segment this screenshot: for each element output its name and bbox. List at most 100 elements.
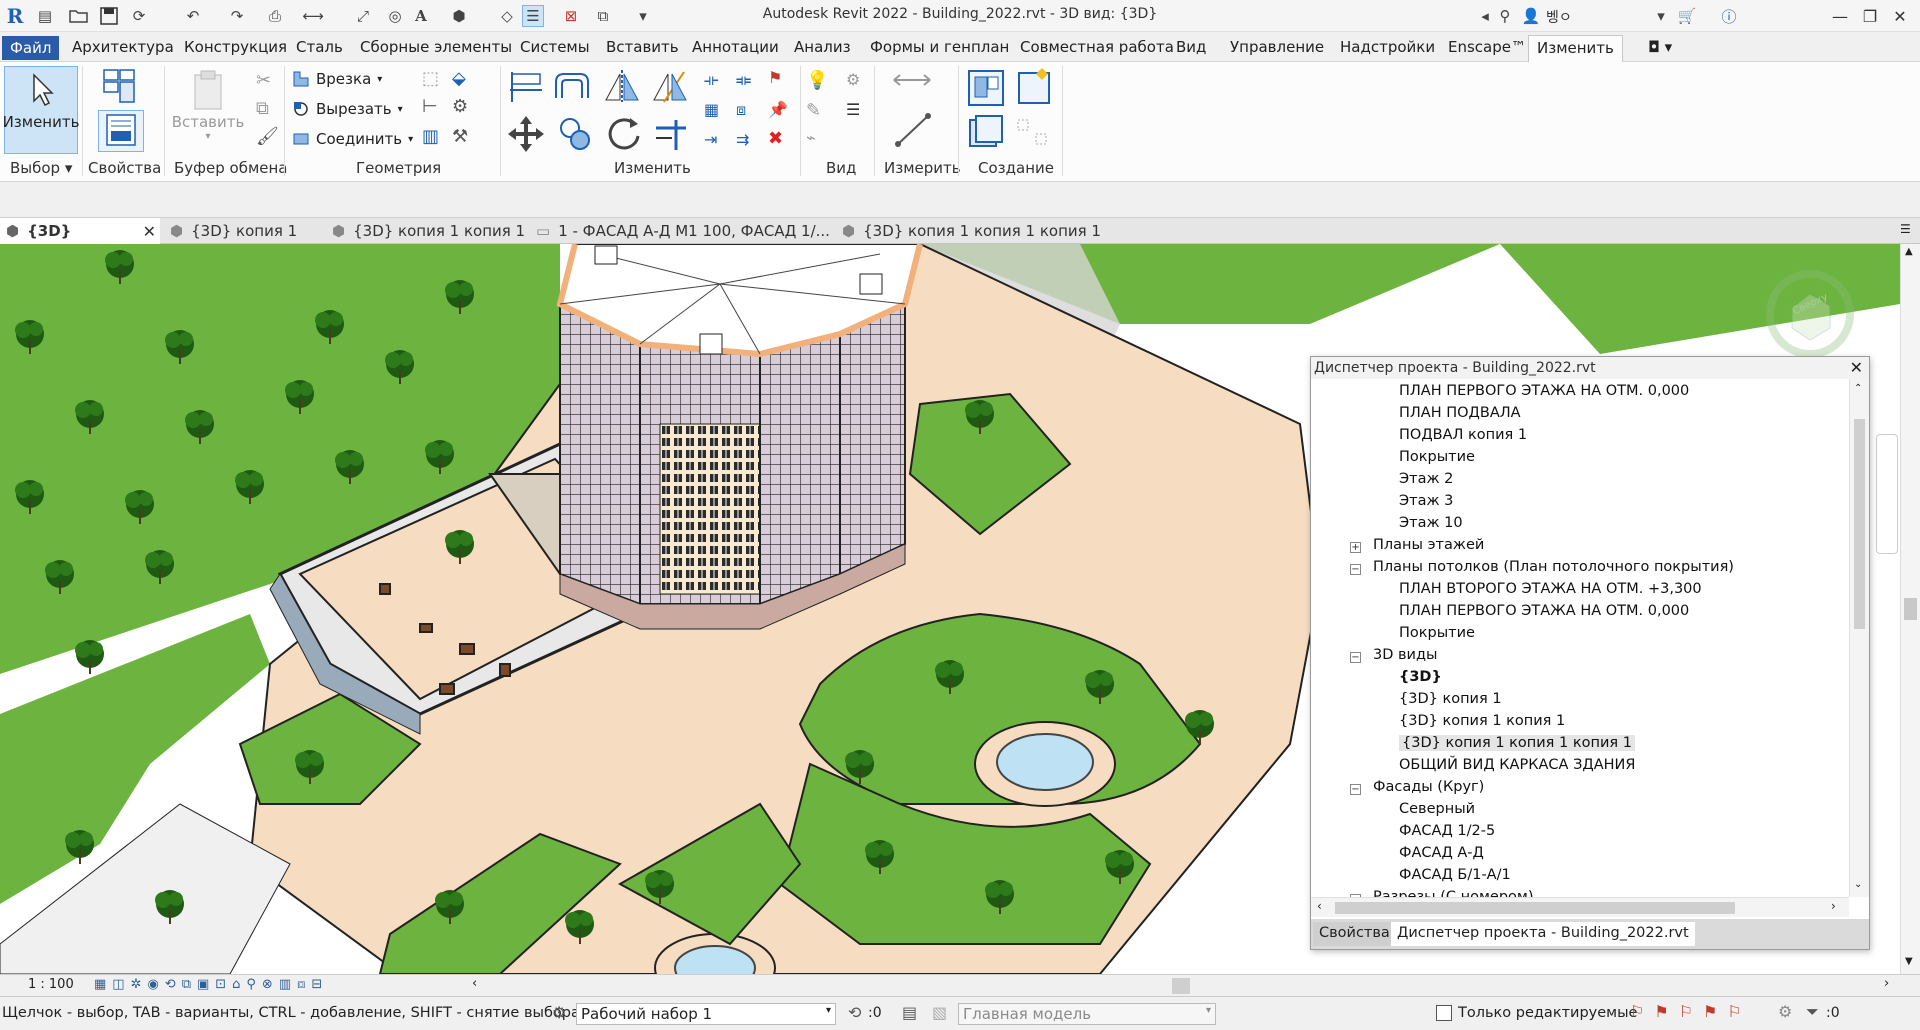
browser-tree-item[interactable]: 3D виды [1373,647,1437,663]
browser-tree-item[interactable]: {3D} копия 1 копия 1 [1399,713,1565,729]
browser-tree-item[interactable]: ПЛАН ПЕРВОГО ЭТАЖА НА ОТМ. 0,000 [1399,603,1689,619]
scroll-up-icon[interactable]: ⌃ [1854,383,1862,394]
modify-button[interactable]: Изменить [3,66,79,154]
browser-tree-item[interactable]: Планы потолков (План потолочного покрыти… [1373,559,1734,575]
demolish-icon[interactable]: ⚙ [452,96,468,117]
create-group-icon[interactable] [966,112,1006,156]
expand-icon[interactable]: + [1350,542,1361,553]
scroll-thumb[interactable] [1854,419,1865,629]
browser-tree-item[interactable]: Северный [1399,801,1475,817]
scroll-thumb[interactable] [1904,598,1917,620]
design-options-icon[interactable]: ▤ [902,1003,917,1022]
linework-icon[interactable]: ⌁ [806,128,816,147]
tab-properties[interactable]: Свойства [1313,922,1396,946]
browser-tree-item[interactable]: Этаж 2 [1399,471,1453,487]
binoculars-icon[interactable]: ⚲ [1494,5,1516,27]
browser-tree-item[interactable]: Фасады (Круг) [1373,779,1484,795]
delete-icon[interactable]: ✖ [768,128,783,149]
mirror-axis-icon[interactable] [602,68,642,108]
browser-tree-item[interactable]: {3D} [1399,669,1442,685]
browser-tree-item[interactable]: {3D} копия 1 [1399,691,1502,707]
split-icon[interactable]: ⟛ [704,70,719,90]
workset-select[interactable]: Рабочий набор 1 ▾ [576,1003,836,1025]
horizontal-scroll-thumb[interactable] [1172,978,1190,994]
create-similar-icon[interactable] [1014,116,1054,156]
collapse-icon[interactable]: − [1350,784,1361,795]
tab-addins[interactable]: Надстройки [1332,35,1443,59]
paste-button[interactable]: Вставить ▾ [172,66,244,154]
browser-tree-item[interactable]: ФАСАД Б/1-А/1 [1399,867,1511,883]
tab-menu-icon[interactable]: ☰ [1900,222,1911,236]
editable-only-checkbox[interactable] [1436,1005,1452,1021]
type-properties-icon[interactable] [98,68,138,110]
browser-tree-item[interactable]: ПЛАН ПОДВАЛА [1399,405,1521,421]
close-icon[interactable]: ✕ [1882,3,1918,29]
scroll-right-icon[interactable]: › [1831,899,1836,913]
create-assembly-icon[interactable] [966,68,1006,112]
copy-icon[interactable]: ⧉ [256,98,269,119]
design-option-select[interactable]: Главная модель ▾ [958,1003,1216,1025]
join-button[interactable]: Соединить ▾ [292,130,413,148]
cart-icon[interactable]: 🛒 [1676,5,1698,27]
tab-analyze[interactable]: Анализ [786,35,859,59]
offset-icon[interactable] [552,68,592,108]
browser-tree-item[interactable]: Разрезы (С номером) [1373,889,1534,897]
array-icon[interactable]: ▦ [704,100,719,119]
browser-tree-item[interactable]: Этаж 3 [1399,493,1453,509]
scroll-up-icon[interactable]: ▲ [1905,246,1913,257]
aligned-dimension-icon[interactable] [892,110,936,154]
browser-tree-item[interactable]: ПЛАН ПЕРВОГО ЭТАЖА НА ОТМ. 0,000 [1399,383,1689,399]
scroll-left-icon[interactable]: ‹ [1317,899,1322,913]
user-name[interactable]: 벵ㅇ [1546,7,1572,27]
view-tab-facade[interactable]: ▭ 1 - ФАСАД А-Д М1 100, ФАСАД 1/... [530,218,830,244]
view-tab-3d-copy1[interactable]: ⬢ {3D} копия 1 [164,218,297,244]
tab-modify[interactable]: Изменить [1528,35,1623,63]
navigation-bar[interactable] [1876,434,1898,554]
tree-vertical-scrollbar[interactable]: ⌃ ⌄ [1849,379,1869,897]
collapse-icon[interactable]: − [1350,564,1361,575]
wall-joins-icon[interactable]: ⊢ [422,96,438,117]
move-icon[interactable] [506,114,546,158]
rotate-icon[interactable] [604,114,644,158]
select-panel-label[interactable]: Выбор ▾ [10,159,72,177]
browser-tree-item[interactable]: {3D} копия 1 копия 1 копия 1 [1399,735,1635,751]
beam-join-icon[interactable]: ▥ [422,126,439,147]
tab-architecture[interactable]: Архитектура [64,35,182,59]
tab-view[interactable]: Вид [1168,35,1214,59]
browser-tree-item[interactable]: Покрытие [1399,449,1475,465]
pin-icon[interactable]: 📌 [768,100,788,119]
close-tab-icon[interactable]: ✕ [143,222,156,241]
line-weight-icon[interactable]: ☰ [846,100,860,119]
tab-precast[interactable]: Сборные элементы [352,35,520,59]
search-icon[interactable]: ◂ [1474,5,1496,27]
tab-insert[interactable]: Вставить [598,35,687,59]
view-tab-3d-copy1-copy1[interactable]: ⬢ {3D} копия 1 копия 1 [326,218,525,244]
create-parts-icon[interactable] [1014,68,1054,112]
cope-button[interactable]: Врезка ▾ [292,70,382,88]
tab-steel[interactable]: Сталь [288,35,351,59]
mirror-draw-icon[interactable] [650,68,690,108]
browser-tree-item[interactable]: ОБЩИЙ ВИД КАРКАСА ЗДАНИЯ [1399,757,1635,773]
scroll-thumb[interactable] [1335,902,1735,914]
copy-element-icon[interactable] [556,114,596,158]
filter-icon[interactable]: ⏷ [1806,1002,1819,1022]
ribbon-toggle-icon[interactable]: ◘ ▾ [1640,35,1680,59]
paint-icon[interactable]: ⬙ [452,68,466,89]
user-menu-chevron-icon[interactable]: ▾ [1650,5,1672,27]
view-control-icons[interactable]: ▦◫✲◉⟲⧉▣⊡⌂⚲⊗▥⧈⊟ [94,977,328,992]
trim-icon[interactable] [652,114,692,158]
tab-massing-site[interactable]: Формы и генплан [862,35,1017,59]
extend-icon[interactable]: ⇉ [736,130,749,149]
properties-button[interactable] [98,110,144,152]
tab-manage[interactable]: Управление [1222,35,1332,59]
cut-geometry-button[interactable]: Вырезать ▾ [292,100,403,118]
tab-structure[interactable]: Конструкция [176,35,295,59]
paint-brush-icon[interactable]: ✎ [806,100,821,121]
measure-between-icon[interactable] [890,70,934,94]
align-icon[interactable] [506,68,546,108]
tree-horizontal-scrollbar[interactable]: ‹ › [1311,897,1849,917]
unpin-icon[interactable]: ⚑ [768,68,782,87]
browser-tree-item[interactable]: Планы этажей [1373,537,1484,553]
tab-project-browser[interactable]: Диспетчер проекта - Building_2022.rvt [1391,922,1695,946]
hide-icon[interactable]: ⚙ [846,70,860,89]
